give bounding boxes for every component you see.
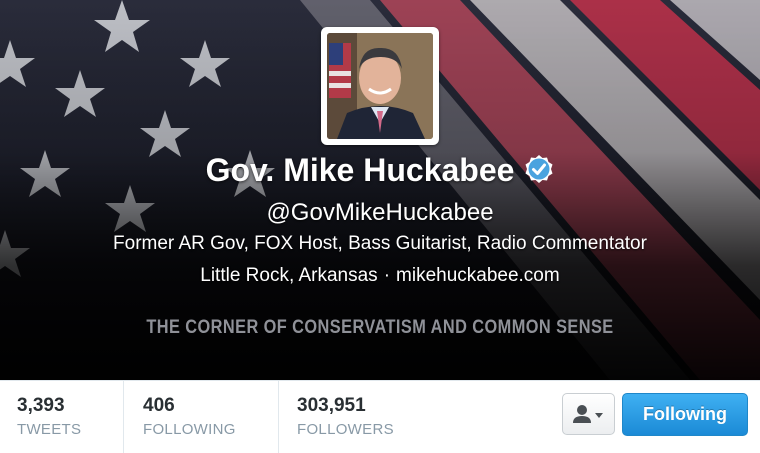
avatar-image xyxy=(327,33,433,139)
user-actions-button[interactable] xyxy=(562,393,615,435)
profile-location: Little Rock, Arkansas xyxy=(200,265,378,286)
profile-header: Gov. Mike Huckabee @GovMikeHuckabee Form… xyxy=(0,0,760,380)
stat-followers-value: 303,951 xyxy=(297,395,366,416)
profile-bio: Former AR Gov, FOX Host, Bass Guitarist,… xyxy=(113,233,647,254)
location-separator: · xyxy=(383,265,391,286)
header-tagline: THE CORNER OF CONSERVATISM AND COMMON SE… xyxy=(146,317,614,338)
stat-following[interactable]: 406 FOLLOWING xyxy=(124,381,277,453)
stat-following-label: FOLLOWING xyxy=(143,421,236,438)
avatar[interactable] xyxy=(327,33,433,139)
stat-tweets-label: TWEETS xyxy=(17,421,82,438)
stat-followers-label: FOLLOWERS xyxy=(297,421,394,438)
profile-handle: @GovMikeHuckabee xyxy=(266,199,494,226)
stat-tweets[interactable]: 3,393 TWEETS xyxy=(0,381,122,453)
avatar-frame[interactable] xyxy=(321,27,439,145)
stat-tweets-value: 3,393 xyxy=(17,395,65,416)
stat-following-value: 406 xyxy=(143,395,175,416)
person-dropdown-icon xyxy=(573,405,603,423)
following-button[interactable]: Following xyxy=(622,393,748,436)
verified-badge-icon xyxy=(524,154,554,184)
stat-followers[interactable]: 303,951 FOLLOWERS xyxy=(279,381,439,453)
location-row: Little Rock, Arkansas · mikehuckabee.com xyxy=(0,265,760,287)
profile-website-link[interactable]: mikehuckabee.com xyxy=(396,265,560,286)
profile-name: Gov. Mike Huckabee xyxy=(205,152,515,188)
name-row: Gov. Mike Huckabee xyxy=(0,152,760,189)
